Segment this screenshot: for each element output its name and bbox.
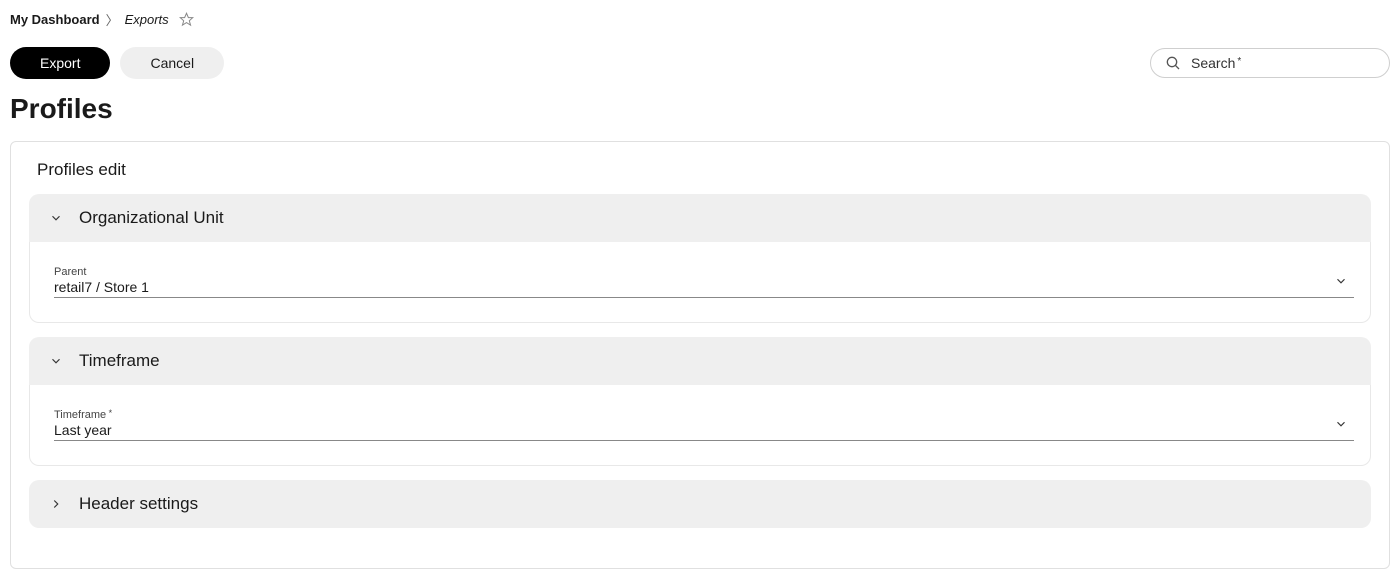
export-button[interactable]: Export bbox=[10, 47, 110, 79]
chevron-down-icon bbox=[1334, 417, 1354, 438]
chevron-down-icon bbox=[49, 354, 63, 368]
accordion-title: Header settings bbox=[79, 494, 198, 514]
accordion-header-settings: Header settings bbox=[29, 480, 1371, 528]
cancel-button[interactable]: Cancel bbox=[120, 47, 224, 79]
panel-title: Profiles edit bbox=[29, 160, 1371, 180]
star-icon[interactable] bbox=[179, 12, 194, 27]
action-buttons: Export Cancel bbox=[10, 47, 224, 79]
accordion-header-timeframe[interactable]: Timeframe bbox=[29, 337, 1371, 385]
chevron-down-icon bbox=[1334, 274, 1354, 295]
timeframe-field[interactable]: Timeframe Last year bbox=[54, 409, 1354, 441]
parent-field[interactable]: Parent retail7 / Store 1 bbox=[54, 266, 1354, 298]
parent-field-value: retail7 / Store 1 bbox=[54, 278, 149, 295]
search-icon bbox=[1165, 55, 1181, 71]
accordion-header-header-settings[interactable]: Header settings bbox=[29, 480, 1371, 528]
accordion-title: Organizational Unit bbox=[79, 208, 224, 228]
breadcrumb: My Dashboard 〉 Exports bbox=[10, 10, 1390, 29]
timeframe-field-label: Timeframe bbox=[54, 409, 112, 421]
chevron-down-icon bbox=[49, 211, 63, 225]
profiles-panel: Profiles edit Organizational Unit Parent… bbox=[10, 141, 1390, 569]
timeframe-field-value: Last year bbox=[54, 421, 112, 438]
search-box[interactable]: Search bbox=[1150, 48, 1390, 78]
breadcrumb-separator: 〉 bbox=[106, 10, 119, 29]
parent-field-label: Parent bbox=[54, 266, 149, 278]
chevron-right-icon bbox=[49, 497, 63, 511]
accordion-timeframe: Timeframe Timeframe Last year bbox=[29, 337, 1371, 466]
breadcrumb-root[interactable]: My Dashboard bbox=[10, 12, 100, 27]
search-input[interactable] bbox=[1249, 55, 1375, 71]
accordion-header-org-unit[interactable]: Organizational Unit bbox=[29, 194, 1371, 242]
accordion-body-org-unit: Parent retail7 / Store 1 bbox=[29, 242, 1371, 323]
accordion-title: Timeframe bbox=[79, 351, 160, 371]
search-label: Search bbox=[1191, 55, 1239, 71]
topbar: Export Cancel Search bbox=[10, 47, 1390, 79]
accordion-org-unit: Organizational Unit Parent retail7 / Sto… bbox=[29, 194, 1371, 323]
breadcrumb-current[interactable]: Exports bbox=[125, 12, 169, 27]
page-title: Profiles bbox=[10, 93, 1390, 125]
accordion-body-timeframe: Timeframe Last year bbox=[29, 385, 1371, 466]
